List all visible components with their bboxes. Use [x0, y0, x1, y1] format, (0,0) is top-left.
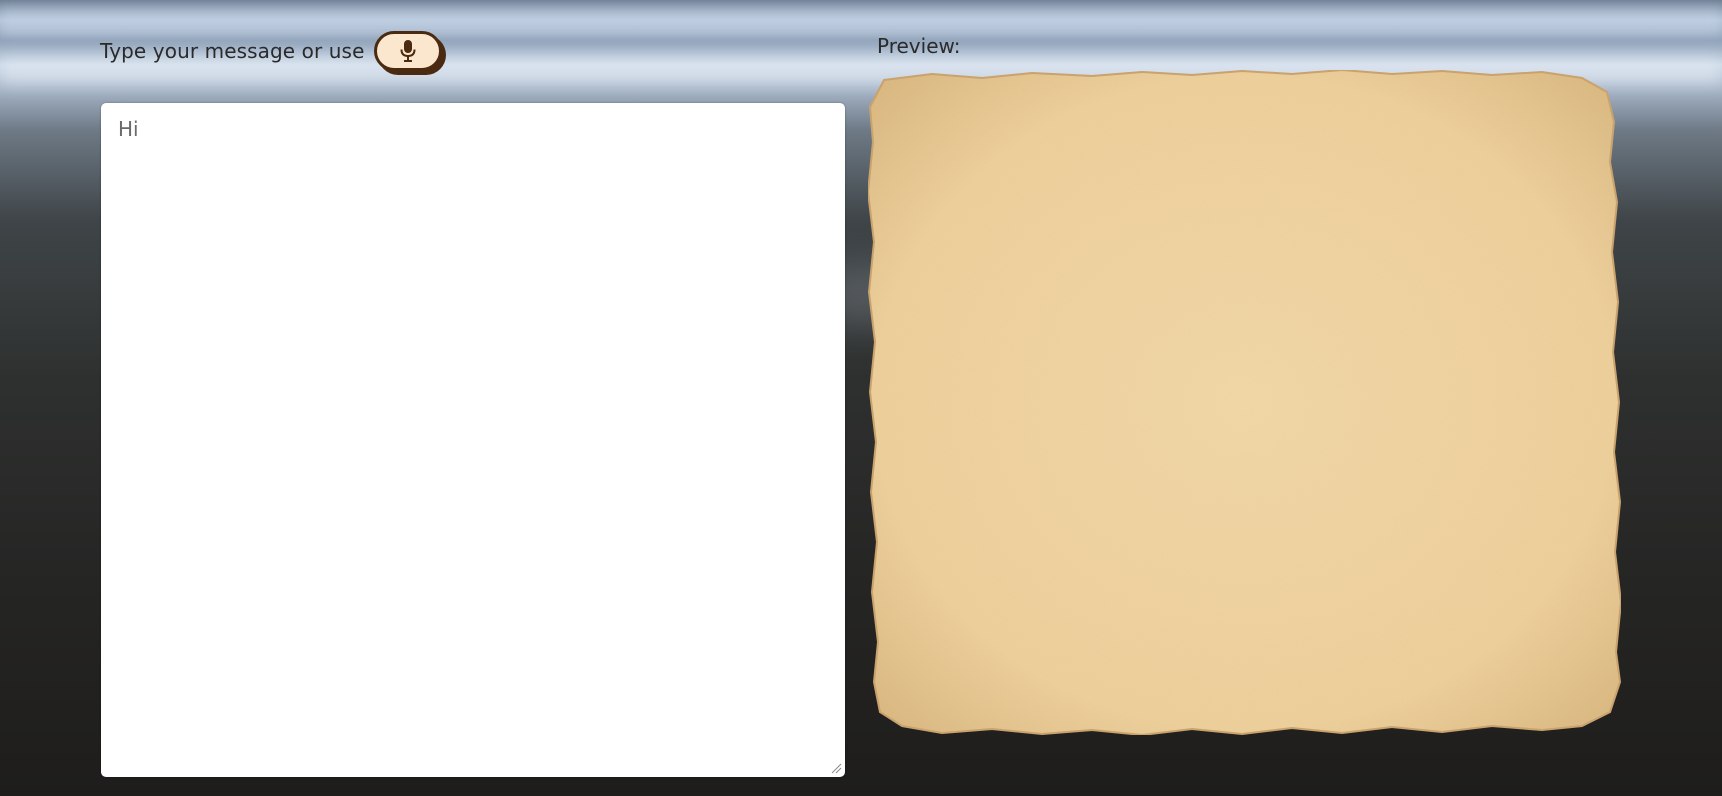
- composer-prompt-label: Type your message or use: [100, 39, 365, 63]
- preview-label: Preview:: [877, 34, 961, 58]
- page-background: { "composer": { "prompt_label": "Type yo…: [0, 0, 1722, 796]
- composer-header: Type your message or use: [100, 28, 443, 74]
- message-textarea[interactable]: Hi: [101, 103, 845, 777]
- microphone-icon: [400, 40, 416, 62]
- message-text: Hi: [118, 117, 139, 141]
- parchment-preview: [866, 68, 1623, 737]
- voice-input-button[interactable]: [374, 31, 443, 71]
- resize-handle-icon[interactable]: [830, 762, 842, 774]
